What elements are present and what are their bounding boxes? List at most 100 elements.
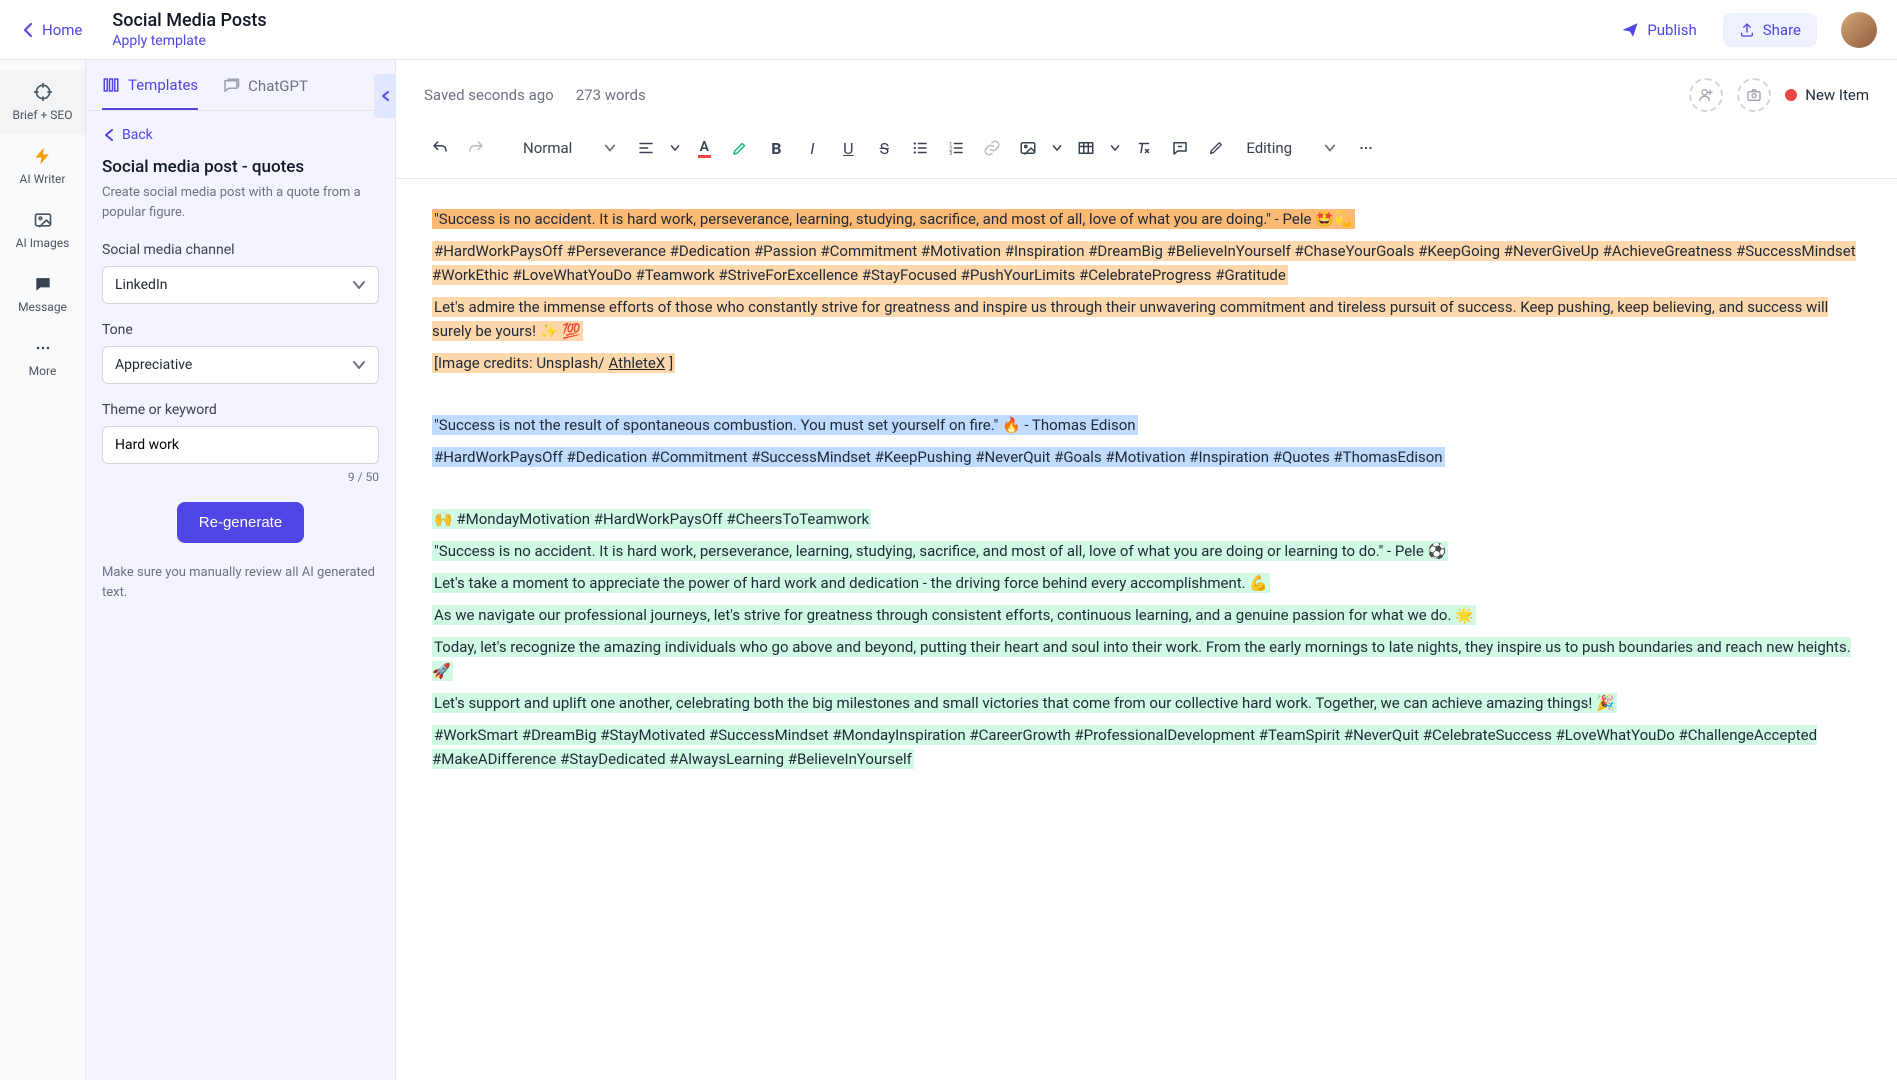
channel-label: Social media channel — [102, 242, 379, 258]
underline-icon: U — [843, 139, 853, 158]
chevron-down-icon — [1052, 143, 1062, 153]
home-label: Home — [42, 21, 82, 39]
tone-label: Tone — [102, 322, 379, 338]
numbers-button[interactable]: 123 — [940, 132, 972, 164]
content-p6: #HardWorkPaysOff #Dedication #Commitment… — [432, 447, 1445, 467]
chevron-down-icon — [352, 358, 366, 372]
align-dropdown[interactable] — [666, 132, 684, 164]
more-options-button[interactable] — [1350, 132, 1382, 164]
target-icon — [33, 82, 53, 102]
table-button[interactable] — [1070, 132, 1102, 164]
rail-label: AI Writer — [20, 172, 66, 186]
rail-message[interactable]: Message — [0, 262, 85, 326]
camera-button[interactable] — [1737, 78, 1771, 112]
bullets-button[interactable] — [904, 132, 936, 164]
italic-button[interactable]: I — [796, 132, 828, 164]
word-count: 273 words — [576, 86, 646, 104]
publish-label: Publish — [1647, 21, 1696, 39]
tab-chatgpt[interactable]: ChatGPT — [222, 76, 308, 110]
back-label: Back — [122, 127, 153, 143]
page-title: Social Media Posts — [112, 10, 1609, 31]
rail-label: More — [29, 364, 57, 378]
status-dot-icon — [1785, 89, 1797, 101]
avatar[interactable] — [1841, 12, 1877, 48]
title-block: Social Media Posts Apply template — [112, 10, 1609, 49]
dots-icon — [1357, 139, 1375, 157]
rail-label: Message — [18, 300, 67, 314]
link-button[interactable] — [976, 132, 1008, 164]
bolt-icon — [33, 146, 53, 166]
edit-button[interactable] — [1200, 132, 1232, 164]
redo-icon — [467, 139, 485, 157]
svg-text:3: 3 — [950, 151, 953, 157]
chevron-left-icon — [378, 89, 392, 103]
camera-icon — [1746, 87, 1762, 103]
chevron-down-icon — [670, 143, 680, 153]
channel-value: LinkedIn — [115, 277, 168, 293]
chevron-down-icon — [604, 142, 616, 154]
editor-area: Saved seconds ago 273 words New Item — [396, 60, 1897, 1080]
tab-label: Templates — [128, 76, 198, 94]
content-p8: "Success is no accident. It is hard work… — [432, 541, 1448, 561]
chevron-left-icon — [20, 22, 36, 38]
theme-input[interactable] — [102, 426, 379, 464]
content-p4b: AthleteX — [607, 353, 668, 373]
content-p4c: ] — [667, 353, 675, 373]
table-dropdown[interactable] — [1106, 132, 1124, 164]
highlight-icon — [731, 139, 749, 157]
editor-content[interactable]: "Success is no accident. It is hard work… — [396, 179, 1897, 1080]
undo-button[interactable] — [424, 132, 456, 164]
bold-button[interactable]: B — [760, 132, 792, 164]
panel-heading: Social media post - quotes — [102, 157, 379, 177]
text-color-button[interactable]: A — [688, 132, 720, 164]
home-link[interactable]: Home — [20, 21, 82, 39]
paper-plane-icon — [1621, 21, 1639, 39]
panel-collapse-button[interactable] — [374, 74, 396, 118]
redo-button[interactable] — [460, 132, 492, 164]
content-p13: #WorkSmart #DreamBig #StayMotivated #Suc… — [432, 725, 1817, 769]
tone-select[interactable]: Appreciative — [102, 346, 379, 384]
strikethrough-icon: S — [880, 139, 890, 158]
rail-ai-writer[interactable]: AI Writer — [0, 134, 85, 198]
rail-ai-images[interactable]: AI Images — [0, 198, 85, 262]
channel-select[interactable]: LinkedIn — [102, 266, 379, 304]
regenerate-button[interactable]: Re-generate — [177, 502, 304, 543]
content-p9: Let's take a moment to appreciate the po… — [432, 573, 1270, 593]
new-item-status[interactable]: New Item — [1785, 86, 1869, 104]
rail-more[interactable]: More — [0, 326, 85, 390]
editing-mode-select[interactable]: Editing — [1236, 133, 1346, 163]
align-button[interactable] — [630, 132, 662, 164]
content-p2: #HardWorkPaysOff #Perseverance #Dedicati… — [432, 241, 1856, 285]
image-dropdown[interactable] — [1048, 132, 1066, 164]
saved-status: Saved seconds ago — [424, 86, 554, 104]
comment-button[interactable] — [1164, 132, 1196, 164]
tab-templates[interactable]: Templates — [102, 76, 198, 110]
style-select[interactable]: Normal — [513, 133, 626, 163]
content-p5: "Success is not the result of spontaneou… — [432, 415, 1138, 435]
tab-label: ChatGPT — [248, 77, 308, 95]
new-item-label: New Item — [1805, 86, 1869, 104]
chevron-left-icon — [102, 128, 116, 142]
strikethrough-button[interactable]: S — [868, 132, 900, 164]
bold-icon: B — [771, 139, 781, 158]
char-count: 9 / 50 — [102, 470, 379, 484]
clear-format-button[interactable] — [1128, 132, 1160, 164]
content-p7: 🙌 #MondayMotivation #HardWorkPaysOff #Ch… — [432, 509, 871, 529]
rail-brief-seo[interactable]: Brief + SEO — [0, 70, 85, 134]
chevron-down-icon — [1324, 142, 1336, 154]
chat-icon — [222, 77, 240, 95]
content-p3: Let's admire the immense efforts of thos… — [432, 297, 1828, 341]
share-button[interactable]: Share — [1723, 13, 1817, 47]
pencil-icon — [1208, 140, 1224, 156]
list-numbers-icon: 123 — [947, 139, 965, 157]
publish-button[interactable]: Publish — [1609, 13, 1708, 47]
panel-description: Create social media post with a quote fr… — [102, 183, 379, 222]
underline-button[interactable]: U — [832, 132, 864, 164]
panel-tabs: Templates ChatGPT — [86, 60, 395, 111]
image-button[interactable] — [1012, 132, 1044, 164]
back-link[interactable]: Back — [102, 127, 379, 143]
highlight-button[interactable] — [724, 132, 756, 164]
review-note: Make sure you manually review all AI gen… — [102, 563, 379, 602]
apply-template-link[interactable]: Apply template — [112, 33, 1609, 49]
add-collaborator-button[interactable] — [1689, 78, 1723, 112]
